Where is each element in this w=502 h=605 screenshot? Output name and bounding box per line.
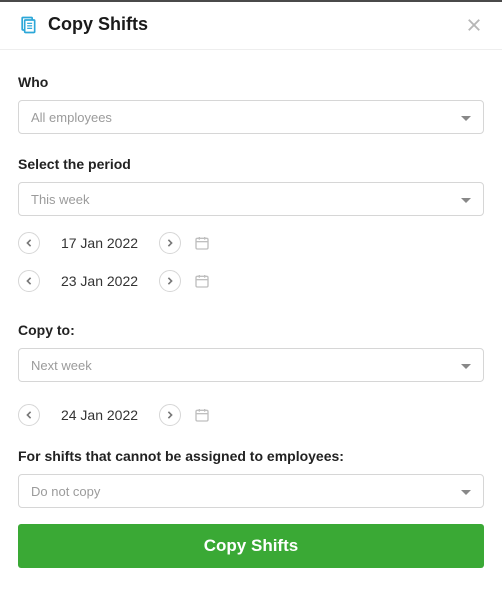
caret-down-icon	[461, 110, 471, 125]
period-end-row: 23 Jan 2022	[18, 270, 484, 292]
copy-document-icon	[18, 15, 38, 35]
period-end-date: 23 Jan 2022	[52, 273, 147, 289]
period-select[interactable]: This week	[18, 182, 484, 216]
period-start-prev-button[interactable]	[18, 232, 40, 254]
copy-to-prev-button[interactable]	[18, 404, 40, 426]
period-start-next-button[interactable]	[159, 232, 181, 254]
who-select-value: All employees	[31, 110, 112, 125]
period-start-row: 17 Jan 2022	[18, 232, 484, 254]
copy-shifts-modal: Copy Shifts Who All employees Select the…	[0, 0, 502, 605]
period-label: Select the period	[18, 156, 484, 172]
copy-to-select[interactable]: Next week	[18, 348, 484, 382]
close-button[interactable]	[464, 15, 484, 35]
calendar-icon[interactable]	[193, 272, 211, 290]
calendar-icon[interactable]	[193, 234, 211, 252]
modal-title: Copy Shifts	[48, 14, 148, 35]
caret-down-icon	[461, 484, 471, 499]
who-label: Who	[18, 74, 484, 90]
modal-header: Copy Shifts	[0, 2, 502, 50]
modal-footer: Copy Shifts	[0, 508, 502, 590]
modal-body: Who All employees Select the period This…	[0, 50, 502, 508]
period-end-prev-button[interactable]	[18, 270, 40, 292]
caret-down-icon	[461, 192, 471, 207]
unassigned-label: For shifts that cannot be assigned to em…	[18, 448, 484, 464]
unassigned-select[interactable]: Do not copy	[18, 474, 484, 508]
period-select-value: This week	[31, 192, 90, 207]
copy-to-start-row: 24 Jan 2022	[18, 404, 484, 426]
copy-to-start-date: 24 Jan 2022	[52, 407, 147, 423]
copy-to-label: Copy to:	[18, 322, 484, 338]
copy-to-select-value: Next week	[31, 358, 92, 373]
unassigned-select-value: Do not copy	[31, 484, 100, 499]
period-start-date: 17 Jan 2022	[52, 235, 147, 251]
calendar-icon[interactable]	[193, 406, 211, 424]
copy-to-next-button[interactable]	[159, 404, 181, 426]
period-end-next-button[interactable]	[159, 270, 181, 292]
who-select[interactable]: All employees	[18, 100, 484, 134]
copy-shifts-button[interactable]: Copy Shifts	[18, 524, 484, 568]
caret-down-icon	[461, 358, 471, 373]
